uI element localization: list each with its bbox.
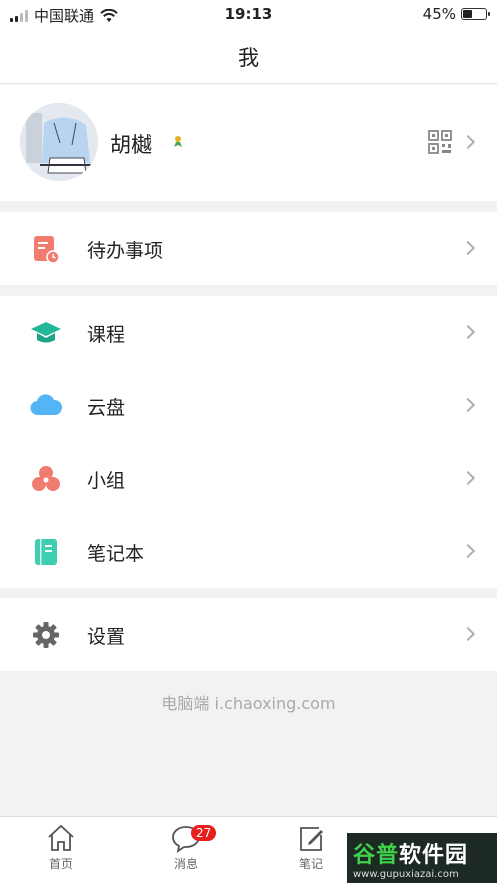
menu-label-group: 小组 [87, 470, 126, 492]
menu-item-todo[interactable]: 待办事项 [0, 212, 497, 285]
chevron-right-icon [460, 626, 476, 642]
status-bar: 中国联通 19:13 45% [0, 0, 497, 28]
menu-label-todo: 待办事项 [87, 240, 164, 262]
chevron-right-icon [460, 397, 476, 413]
level-badge-icon [174, 136, 182, 147]
menu-item-group[interactable]: 小组 [0, 442, 497, 515]
notebook-icon [35, 539, 57, 565]
cloud-icon [30, 394, 62, 416]
unread-badge: 27 [191, 825, 217, 841]
tab-label-messages: 消息 [173, 857, 198, 871]
chevron-right-icon [460, 240, 476, 256]
menu-label-cloud: 云盘 [87, 397, 126, 419]
battery-percent: 45% [422, 5, 456, 23]
chevron-right-icon [460, 543, 476, 559]
todo-icon [34, 236, 60, 264]
tab-label-home: 首页 [48, 857, 73, 871]
chevron-right-icon [460, 324, 476, 340]
menu-label-courses: 课程 [87, 324, 126, 346]
menu-item-courses[interactable]: 课程 [0, 296, 497, 369]
tab-bar: 首页 消息 27 笔记 谷普软件园 www.gupuxiazai.com [0, 816, 497, 883]
gear-icon [33, 622, 59, 648]
qr-code-icon[interactable] [428, 130, 452, 154]
menu-item-cloud[interactable]: 云盘 [0, 369, 497, 442]
menu-item-notebook[interactable]: 笔记本 [0, 515, 497, 588]
avatar[interactable] [20, 103, 98, 181]
profile-name: 胡樾 [110, 133, 152, 157]
tab-home[interactable]: 首页 [16, 823, 106, 872]
profile-chevron-icon [460, 134, 476, 150]
watermark-logo: 谷普软件园 www.gupuxiazai.com [347, 833, 497, 883]
edit-note-icon [300, 827, 323, 851]
desktop-site-hint: 电脑端 i.chaoxing.com [161, 694, 336, 713]
tab-notes[interactable]: 笔记 [266, 823, 356, 872]
group-icon [32, 466, 60, 491]
chevron-right-icon [460, 470, 476, 486]
tab-messages[interactable]: 消息 27 [141, 823, 231, 872]
graduation-cap-icon [31, 322, 61, 343]
profile-card[interactable]: 胡樾 [0, 85, 497, 201]
nav-bar: 我 [0, 28, 497, 84]
menu-item-settings[interactable]: 设置 [0, 598, 497, 671]
home-icon [48, 824, 74, 851]
menu-label-notebook: 笔记本 [87, 543, 145, 565]
tab-label-notes: 笔记 [298, 857, 323, 871]
battery-icon [461, 8, 490, 20]
menu-label-settings: 设置 [87, 626, 126, 648]
page-title: 我 [238, 46, 259, 70]
